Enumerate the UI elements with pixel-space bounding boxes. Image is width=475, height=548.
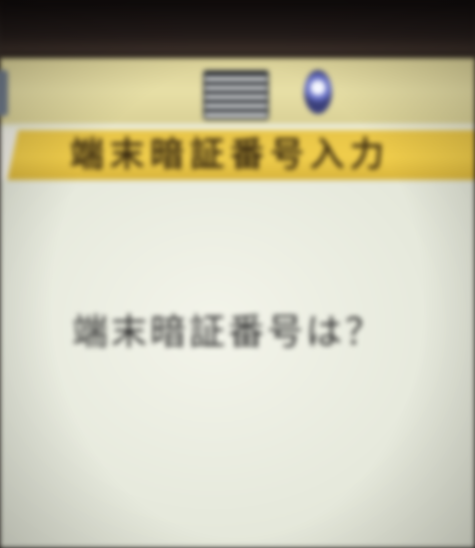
phone-photo: 端末暗証番号入力 端末暗証番号は？: [0, 0, 475, 548]
content-area[interactable]: [0, 180, 475, 548]
phone-screen: 端末暗証番号入力 端末暗証番号は？: [0, 58, 475, 548]
page-title: 端末暗証番号入力: [70, 135, 390, 175]
battery-icon: [0, 70, 8, 116]
status-bar: [0, 58, 475, 124]
pin-prompt: 端末暗証番号は？: [72, 312, 385, 353]
phone-bezel: [0, 0, 475, 60]
signal-strength-icon: [203, 70, 269, 120]
globe-icon: [304, 70, 332, 114]
